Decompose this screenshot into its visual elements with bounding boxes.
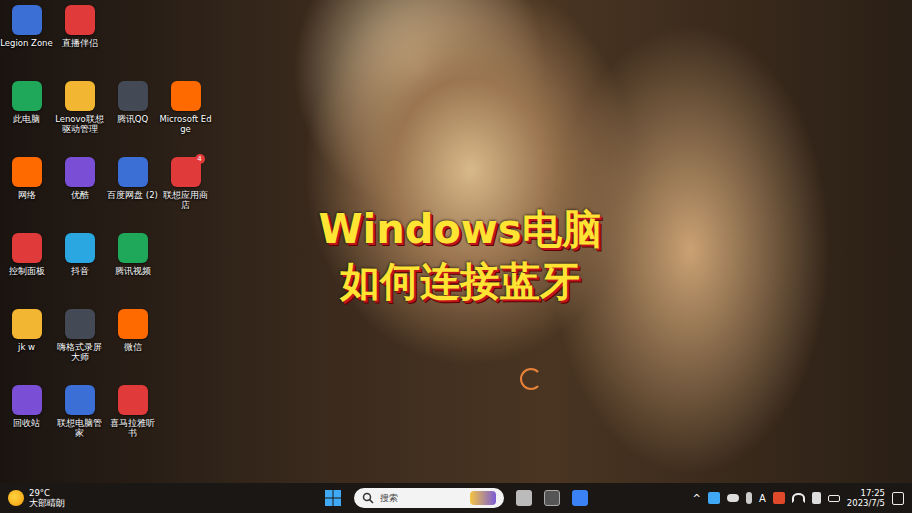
wallpaper: Legion Zone直播伴侣此电脑Lenovo联想驱动管理腾讯QQMicros…	[0, 0, 912, 483]
icon-label: Legion Zone	[0, 38, 53, 48]
legion-app-icon[interactable]	[544, 490, 560, 506]
app-icon	[12, 81, 42, 111]
battery-icon[interactable]	[828, 495, 840, 502]
clock-date: 2023/7/5	[847, 498, 885, 508]
desktop-icon[interactable]: 联想电脑管家	[53, 382, 106, 458]
app-icon	[65, 309, 95, 339]
search-highlight-icon	[470, 491, 496, 505]
icon-label: Microsoft Edge	[159, 114, 212, 134]
app-icon	[118, 385, 148, 415]
notification-icon[interactable]	[892, 492, 904, 505]
icon-label: 控制面板	[0, 266, 53, 276]
desktop-icon[interactable]: 喜马拉雅听书	[106, 382, 159, 458]
desktop-icon[interactable]: jk w	[0, 306, 53, 382]
icon-label: 联想电脑管家	[53, 418, 106, 438]
icon-label: 此电脑	[0, 114, 53, 124]
app-icon	[65, 233, 95, 263]
weather-desc: 大部晴朗	[29, 498, 65, 508]
desktop-icon[interactable]: 微信	[106, 306, 159, 382]
app-icon	[12, 309, 42, 339]
app-icon	[12, 157, 42, 187]
desktop-icon[interactable]: 腾讯QQ	[106, 78, 159, 154]
desktop-icon[interactable]: 直播伴侣	[53, 2, 106, 78]
caption: Windows电脑如何连接蓝牙	[270, 205, 650, 305]
icon-label: 喜马拉雅听书	[106, 418, 159, 438]
icon-label: 联想应用商店	[159, 190, 212, 210]
windows-start-icon[interactable]	[324, 489, 342, 507]
app-icon	[118, 309, 148, 339]
desktop-icon[interactable]: 控制面板	[0, 230, 53, 306]
icon-label: 腾讯QQ	[106, 114, 159, 124]
wifi-icon[interactable]	[792, 493, 805, 503]
icon-label: 微信	[106, 342, 159, 352]
task-view-icon[interactable]	[516, 490, 532, 506]
security-icon[interactable]	[708, 492, 720, 504]
ime-indicator[interactable]: A	[759, 493, 766, 504]
desktop-icon[interactable]: 腾讯视频	[106, 230, 159, 306]
weather-widget[interactable]: 29°C大部晴朗	[8, 488, 324, 508]
icon-row: Legion Zone直播伴侣	[0, 2, 912, 78]
busy-cursor-icon	[520, 368, 542, 390]
icon-label: 直播伴侣	[53, 38, 106, 48]
app-icon	[12, 385, 42, 415]
desktop-icon[interactable]: 回收站	[0, 382, 53, 458]
icon-row: jk w嗨格式录屏大师微信	[0, 306, 912, 382]
caption-line: 如何连接蓝牙	[340, 257, 580, 305]
icon-row: 回收站联想电脑管家喜马拉雅听书	[0, 382, 912, 458]
icon-label: 嗨格式录屏大师	[53, 342, 106, 362]
caption-line: Windows电脑	[318, 205, 601, 253]
icon-label: 网络	[0, 190, 53, 200]
app-icon	[65, 81, 95, 111]
weather-temp: 29°C	[29, 488, 65, 498]
badge: 4	[195, 154, 205, 164]
app-icon	[65, 385, 95, 415]
desktop-icon[interactable]: 优酷	[53, 154, 106, 230]
search-box[interactable]: 搜索	[354, 488, 504, 508]
app-icon	[118, 157, 148, 187]
app-icon	[118, 233, 148, 263]
search-placeholder: 搜索	[380, 492, 464, 505]
icon-label: Lenovo联想驱动管理	[53, 114, 106, 134]
icon-label: 优酷	[53, 190, 106, 200]
clock[interactable]: 17:252023/7/5	[847, 488, 885, 508]
icon-label: 腾讯视频	[106, 266, 159, 276]
desktop-icon[interactable]: 网络	[0, 154, 53, 230]
desktop-icon[interactable]: 4 联想应用商店	[159, 154, 212, 230]
tray-overflow[interactable]: ^	[693, 493, 701, 504]
desktop-screen: Legion Zone直播伴侣此电脑Lenovo联想驱动管理腾讯QQMicros…	[0, 0, 912, 513]
clock-time: 17:25	[847, 488, 885, 498]
app-icon	[118, 81, 148, 111]
speaker-icon[interactable]	[812, 492, 821, 504]
camera-app-icon[interactable]	[572, 490, 588, 506]
app-icon	[171, 81, 201, 111]
icon-label: jk w	[0, 342, 53, 352]
desktop-icon[interactable]: 抖音	[53, 230, 106, 306]
taskbar: 29°C大部晴朗 搜索 ^ A 17:252023/7/5	[0, 483, 912, 513]
weather-icon	[8, 490, 24, 506]
icon-label: 回收站	[0, 418, 53, 428]
app-icon: 4	[171, 157, 201, 187]
app-icon	[65, 5, 95, 35]
desktop-icon[interactable]: 嗨格式录屏大师	[53, 306, 106, 382]
desktop-icon[interactable]: Microsoft Edge	[159, 78, 212, 154]
desktop-icon[interactable]: Legion Zone	[0, 2, 53, 78]
desktop-icon[interactable]: Lenovo联想驱动管理	[53, 78, 106, 154]
icon-label: 百度网盘 (2)	[106, 190, 159, 200]
app-icon	[12, 5, 42, 35]
icon-label: 抖音	[53, 266, 106, 276]
search-icon	[362, 492, 374, 504]
microphone-icon[interactable]	[746, 492, 752, 504]
app-icon	[65, 157, 95, 187]
app-tray-icon[interactable]	[773, 492, 785, 504]
icon-row: 此电脑Lenovo联想驱动管理腾讯QQMicrosoft Edge	[0, 78, 912, 154]
desktop-icon[interactable]: 百度网盘 (2)	[106, 154, 159, 230]
cloud-icon[interactable]	[727, 494, 739, 502]
desktop-icon[interactable]: 此电脑	[0, 78, 53, 154]
app-icon	[12, 233, 42, 263]
